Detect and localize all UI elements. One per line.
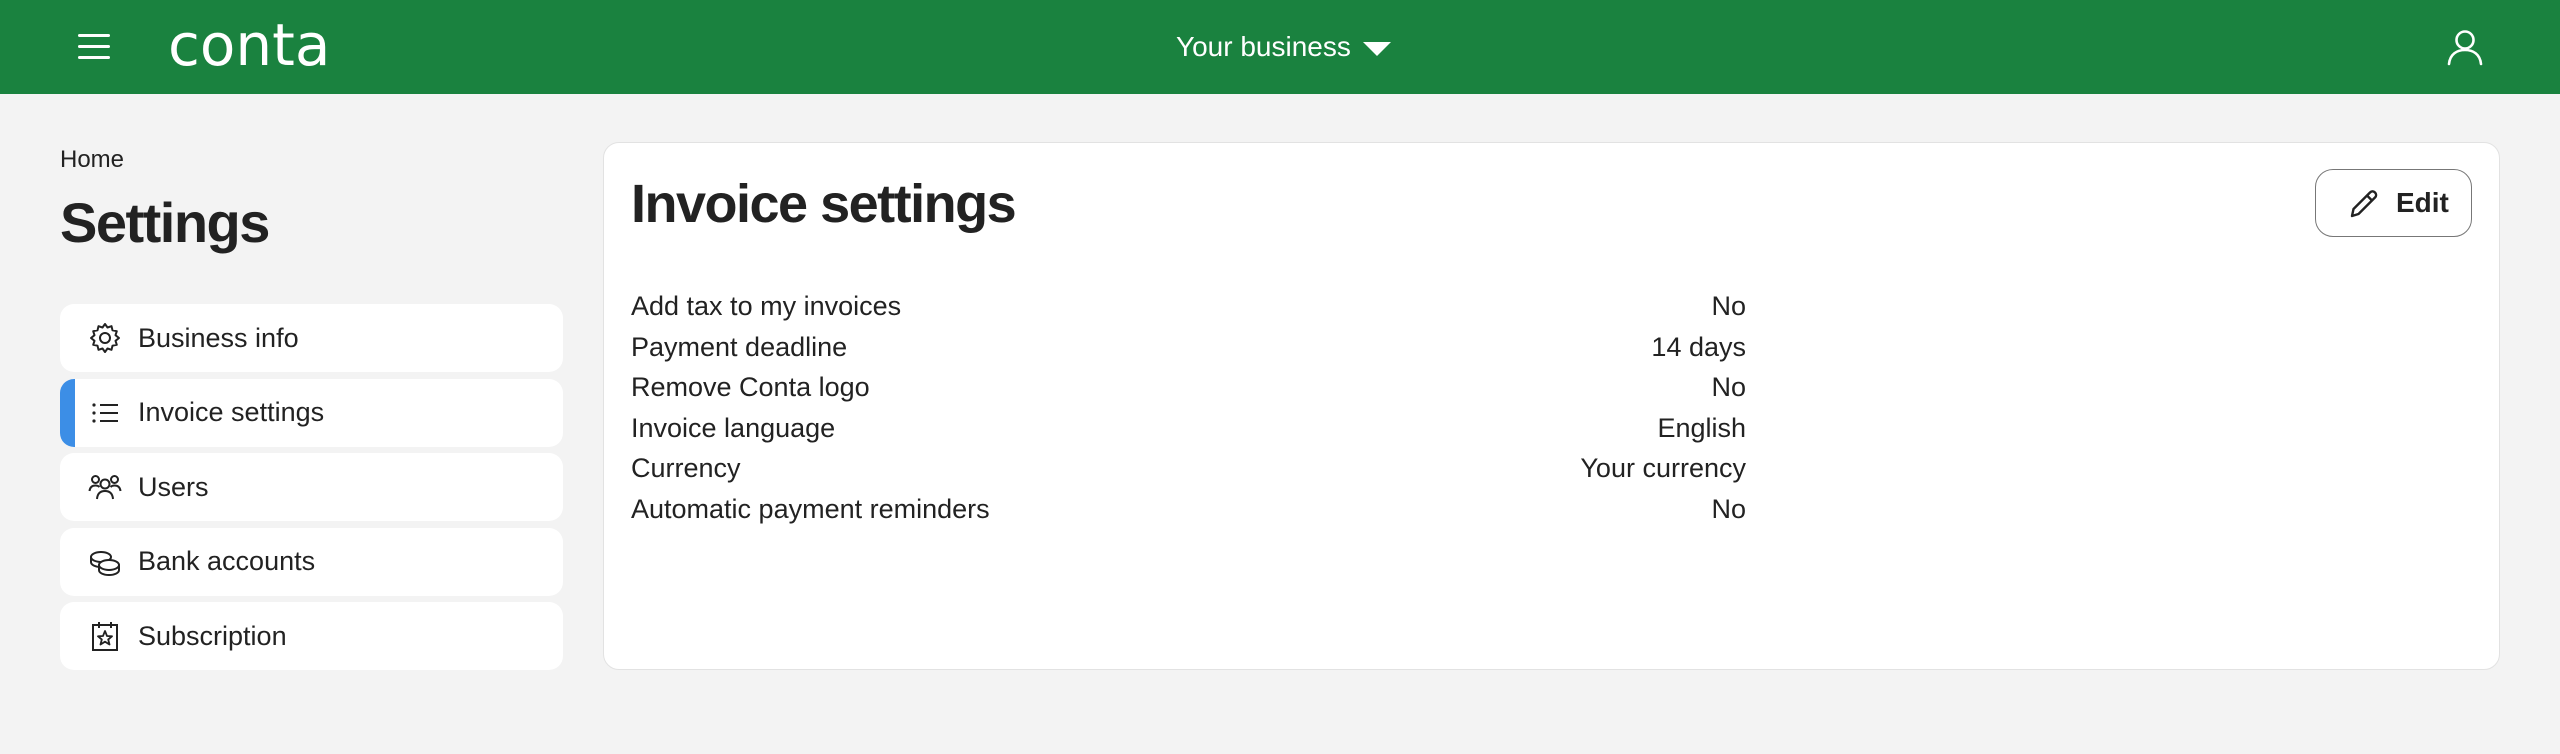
nav-item-label: Invoice settings [138,397,325,427]
page-title: Settings [60,191,270,254]
setting-value: No [1711,493,1746,524]
users-icon [88,475,122,500]
setting-label: Currency [631,453,741,484]
logo-text: conta [168,11,331,79]
setting-value: No [1711,291,1746,321]
invoice-settings-card: Invoice settings Edit Add tax to my invo… [603,142,2500,670]
nav-item-label: Subscription [138,620,287,651]
caret-down-icon [1362,42,1391,56]
calendar-star-icon [92,622,118,651]
breadcrumb[interactable]: Home [60,146,124,174]
settings-row: Invoice language English [631,413,1746,454]
pencil-icon [2350,190,2378,218]
setting-label: Payment deadline [631,331,848,362]
user-icon[interactable] [2446,28,2484,66]
nav-item-label: Bank accounts [138,546,316,576]
settings-row: Currency Your currency [631,453,1746,494]
nav-item-label: Business info [138,322,299,353]
setting-value: English [1657,412,1746,443]
business-selector-label: Your business [1176,31,1351,62]
edit-button-label: Edit [2396,187,2449,218]
gear-icon [90,323,120,353]
setting-value: Your currency [1580,453,1746,484]
setting-label: Add tax to my invoices [631,291,902,321]
setting-label: Automatic payment reminders [631,493,990,524]
nav-item-invoice-settings[interactable]: Invoice settings [60,378,563,447]
edit-button[interactable]: Edit [2315,169,2472,237]
list-icon [92,402,118,423]
nav-item-users[interactable]: Users [60,453,563,521]
setting-label: Invoice language [631,412,836,443]
business-selector[interactable]: Your business [1176,26,1391,68]
coins-icon [90,550,120,576]
settings-row: Add tax to my invoices No [631,291,1746,332]
nav-item-subscription[interactable]: Subscription [60,602,563,670]
card-title: Invoice settings [631,174,1017,234]
setting-value: No [1711,372,1746,403]
settings-row: Remove Conta logo No [631,372,1746,413]
settings-list: Add tax to my invoices No Payment deadli… [631,291,1746,535]
conta-logo[interactable]: conta [168,14,338,76]
setting-label: Remove Conta logo [631,372,870,403]
top-bar: conta Your business [0,0,2560,94]
nav-item-label: Users [138,471,209,502]
nav-item-bank-accounts[interactable]: Bank accounts [60,527,563,596]
settings-nav: Business info Invoice settings Users Ban… [60,304,563,677]
setting-value: 14 days [1651,331,1746,362]
menu-icon[interactable] [78,34,110,60]
nav-item-business-info[interactable]: Business info [60,304,563,372]
settings-row: Automatic payment reminders No [631,494,1746,535]
settings-row: Payment deadline 14 days [631,332,1746,373]
